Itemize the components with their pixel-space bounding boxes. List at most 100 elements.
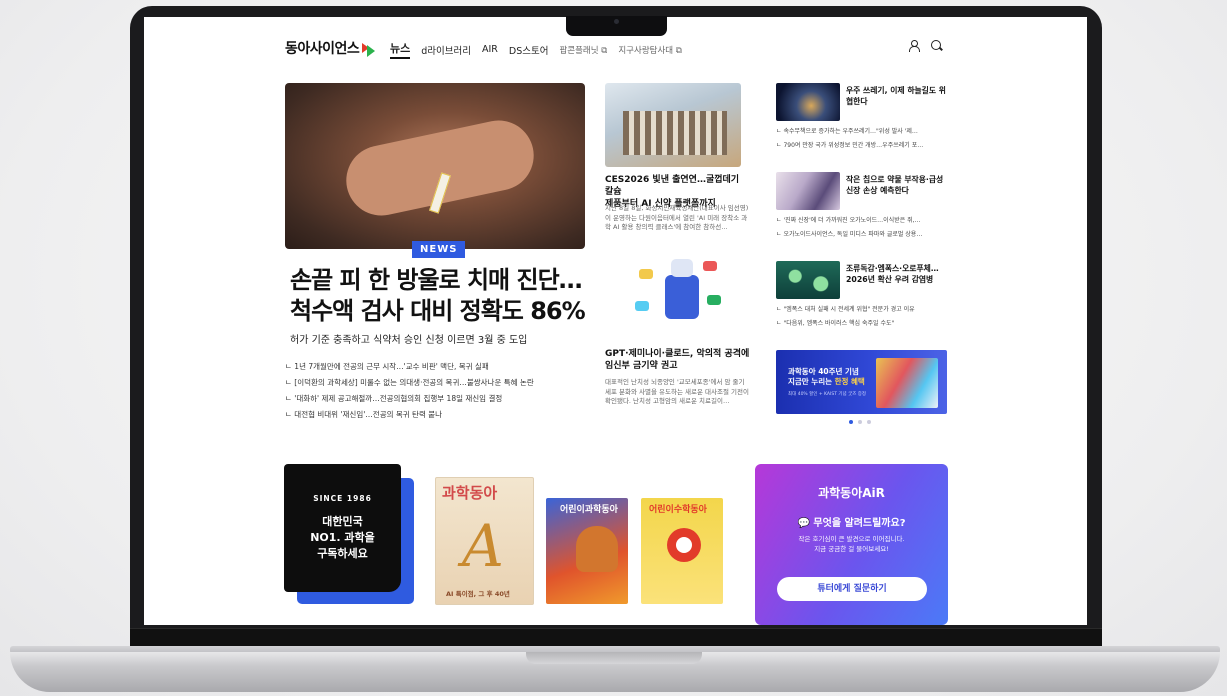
chat-bubble-icon <box>635 301 649 311</box>
laptop-chin <box>130 628 1102 646</box>
nav-item-news[interactable]: 뉴스 <box>390 40 411 59</box>
hero-image[interactable] <box>285 83 585 249</box>
title-line: CES2026 빛낸 출연연…굴껍데기 칼슘 <box>605 175 740 197</box>
side-related-link[interactable]: ㄴ 오가노이드사이언스, 독일 미디스 파마와 글로벌 상용… <box>776 229 951 238</box>
magazine-title: 어린이수학동아 <box>649 505 707 515</box>
exhibit-shelf-shape <box>623 111 727 155</box>
banner-text: 과학동아 40주년 기념 지금만 누리는 한정 혜택 <box>788 367 865 387</box>
side-related-text: "다음위, 엠폭스 바이러스 핵심 숙주일 수도" <box>783 320 895 327</box>
side-related-text: 속수무책으로 증가하는 우주쓰레기…"위성 발사 '제… <box>783 128 918 135</box>
chat-bubble-icon <box>639 269 653 279</box>
related-link[interactable]: ㄴ 1년 7개월만에 전공의 근무 시작…'교수 비판' 맥단, 복귀 실패 <box>285 361 585 372</box>
webcam-icon <box>614 19 619 24</box>
virus-image <box>776 261 840 299</box>
banner-line-text: 지금만 누리는 <box>788 377 835 386</box>
header-utilities <box>908 40 942 52</box>
headline-line: 척수액 검사 대비 정확도 86% <box>290 297 586 325</box>
related-link-text: 대전협 비대위 '재신임'…전공의 복귀 탄력 붙나 <box>294 410 443 419</box>
ces-article-image[interactable] <box>605 83 741 167</box>
side-related-text: "엠폭스 대처 실패 시 전세계 위협" 전문가 경고 이유 <box>783 306 915 313</box>
side-related-link[interactable]: ㄴ "엠폭스 대처 실패 시 전세계 위협" 전문가 경고 이유 <box>776 304 951 313</box>
related-link[interactable]: ㄴ 대전협 비대위 '재신임'…전공의 복귀 탄력 붙나 <box>285 409 585 420</box>
carousel-pagination <box>849 420 871 424</box>
cover-a-letter: A <box>462 512 504 580</box>
headline-line: 손끝 피 한 방울로 치매 진단… <box>290 266 583 294</box>
logo-arrow-icon <box>362 41 376 57</box>
ai-tutor-card: 과학동아AiR 💬 무엇을 알려드릴까요? 작은 호기심이 큰 발견으로 이어집… <box>755 464 948 625</box>
hero-headline[interactable]: 손끝 피 한 방울로 치매 진단… 척수액 검사 대비 정확도 86% <box>290 265 590 327</box>
title-line: GPT·제미나이·클로드, 악의적 공격에 <box>605 349 750 359</box>
side-related-text: 790여 만장 국가 위성정보 민간 개방…우주쓰레기 포… <box>783 142 924 149</box>
magazine-title: 어린이과학동아 <box>560 505 618 515</box>
subscribe-card[interactable]: SINCE 1986 대한민국 NO1. 과학을 구독하세요 <box>284 464 401 592</box>
ask-tutor-button[interactable]: 튜터에게 질문하기 <box>777 577 927 601</box>
air-description: 작은 호기심이 큰 발견으로 이어집니다. 지금 궁금한 걸 물어보세요! <box>755 534 948 554</box>
related-link-text: '대화하' 제제 공고해절까…전공의협의회 집행부 18일 재신임 결정 <box>294 394 503 403</box>
carousel-dot[interactable] <box>867 420 871 424</box>
logo-text: 동아사이언스 <box>285 41 360 57</box>
related-link-text: [이덕환의 과학세상] 미룰수 없는 의대생·전공의 복귀…불쌍사나운 특혜 논… <box>294 378 534 387</box>
banner-highlight: 한정 혜택 <box>834 377 865 386</box>
side-related-link[interactable]: ㄴ "다음위, 엠폭스 바이러스 핵심 숙주일 수도" <box>776 318 951 327</box>
subscribe-line: 대한민국 <box>322 515 363 528</box>
banner-line: 지금만 누리는 한정 혜택 <box>788 377 865 387</box>
side-article-title: 작은 칩으로 약물 부작용·급성 신장 손상 예측한다 <box>846 175 944 195</box>
user-icon[interactable] <box>908 40 920 52</box>
air-question: 💬 무엇을 알려드릴까요? <box>797 518 906 529</box>
dog-character-shape <box>576 526 618 572</box>
nav-item-ds-store[interactable]: DS스토어 <box>509 43 549 57</box>
subscribe-line: 구독하세요 <box>317 547 368 560</box>
title-line: 임신부 금기약 권고 <box>605 361 678 371</box>
search-icon[interactable] <box>931 40 942 51</box>
marketing-stage: 동아사이언스 뉴스 d라이브러리 AIR DS스토어 팝콘플래닛 ⧉ 지구사랑탐… <box>0 0 1227 696</box>
magazine-title: 과학동아 <box>442 484 498 502</box>
air-desc-line: 지금 궁금한 걸 물어보세요! <box>814 545 889 553</box>
side-related-text: 오가노이드사이언스, 독일 미디스 파마와 글로벌 상용… <box>783 231 923 238</box>
space-debris-image <box>776 83 840 121</box>
magazine-cover-science[interactable]: 과학동아 A AI 특이점, 그 후 40년 <box>435 477 534 605</box>
chat-bubble-icon <box>703 261 717 271</box>
side-related-link[interactable]: ㄴ 790여 만장 국가 위성정보 민간 개방…우주쓰레기 포… <box>776 140 951 149</box>
banner-small-print: 최대 40% 할인 + KAIST 기념 굿즈 증정 <box>788 392 867 397</box>
side-related-text: '진짜 신장'에 더 가까워진 오가노이드…이식받은 쥐,… <box>783 217 921 224</box>
magazine-cover-kids-math[interactable]: 어린이수학동아 <box>641 498 723 604</box>
nav-item-earth-explorers[interactable]: 지구사랑탐사대 ⧉ <box>618 44 682 56</box>
carousel-dot[interactable] <box>849 420 853 424</box>
side-article-title: 조류독감·엠폭스·오로푸체…2026년 확산 우려 감염병 <box>846 264 939 284</box>
robot-body-shape <box>665 275 699 319</box>
related-link[interactable]: ㄴ [이덕환의 과학세상] 미룰수 없는 의대생·전공의 복귀…불쌍사나운 특혜… <box>285 377 585 388</box>
magazine-stack-image <box>876 358 938 408</box>
carousel-dot[interactable] <box>858 420 862 424</box>
robot-head-shape <box>671 259 693 277</box>
character-face-shape <box>667 528 701 562</box>
chat-bubble-icon <box>707 295 721 305</box>
website-screen: 동아사이언스 뉴스 d라이브러리 AIR DS스토어 팝콘플래닛 ⧉ 지구사랑탐… <box>144 17 1087 625</box>
magazine-cover-kids-science[interactable]: 어린이과학동아 <box>546 498 628 604</box>
nav-item-label: 팝콘플래닛 <box>559 45 599 56</box>
air-question-text: 무엇을 알려드릴까요? <box>813 518 906 529</box>
side-related-link[interactable]: ㄴ 속수무책으로 증가하는 우주쓰레기…"위성 발사 '제… <box>776 126 951 135</box>
related-link[interactable]: ㄴ '대화하' 제제 공고해절까…전공의협의회 집행부 18일 재신임 결정 <box>285 393 585 404</box>
air-desc-line: 작은 호기심이 큰 발견으로 이어집니다. <box>798 535 905 543</box>
article-summary: 대표적인 난치성 뇌종양인 '교모세포종'에서 암 줄기세포 분화와 사멸을 유… <box>605 378 749 405</box>
nav-item-dlibrary[interactable]: d라이브러리 <box>421 43 471 57</box>
main-nav: 뉴스 d라이브러리 AIR DS스토어 팝콘플래닛 ⧉ 지구사랑탐사대 ⧉ <box>390 40 682 59</box>
laptop-opening-groove <box>526 652 702 664</box>
subscribe-since: SINCE 1986 <box>313 494 372 503</box>
magazine-caption: AI 특이점, 그 후 40년 <box>446 590 510 598</box>
hero-subhead: 허가 기준 충족하고 식약처 승인 신청 이르면 3월 중 도입 <box>290 335 528 346</box>
ai-robot-illustration[interactable] <box>631 255 727 341</box>
site-logo[interactable]: 동아사이언스 <box>285 38 376 58</box>
article-summary: 지난 8일 8일, 화성시민재육성재단(대표이사 임선영)이 운영하는 다원이음… <box>605 204 749 231</box>
subscribe-line: NO1. 과학을 <box>310 531 375 544</box>
side-article-title: 우주 쓰레기, 이제 하늘길도 위협한다 <box>846 86 946 106</box>
anniversary-banner[interactable]: 과학동아 40주년 기념 지금만 누리는 한정 혜택 최대 40% 할인 + K… <box>776 350 947 414</box>
side-related-link[interactable]: ㄴ '진짜 신장'에 더 가까워진 오가노이드…이식받은 쥐,… <box>776 215 951 224</box>
related-link-text: 1년 7개월만에 전공의 근무 시작…'교수 비판' 맥단, 복귀 실패 <box>294 362 489 371</box>
article-title[interactable]: GPT·제미나이·클로드, 악의적 공격에 임신부 금기약 권고 <box>605 348 750 372</box>
subscribe-text: 대한민국 NO1. 과학을 구독하세요 <box>284 514 401 562</box>
nav-item-air[interactable]: AIR <box>482 44 498 55</box>
air-logo: 과학동아AiR <box>818 486 885 500</box>
nav-item-popcorn-planet[interactable]: 팝콘플래닛 ⧉ <box>559 44 607 56</box>
banner-line: 과학동아 40주년 기념 <box>788 367 859 376</box>
